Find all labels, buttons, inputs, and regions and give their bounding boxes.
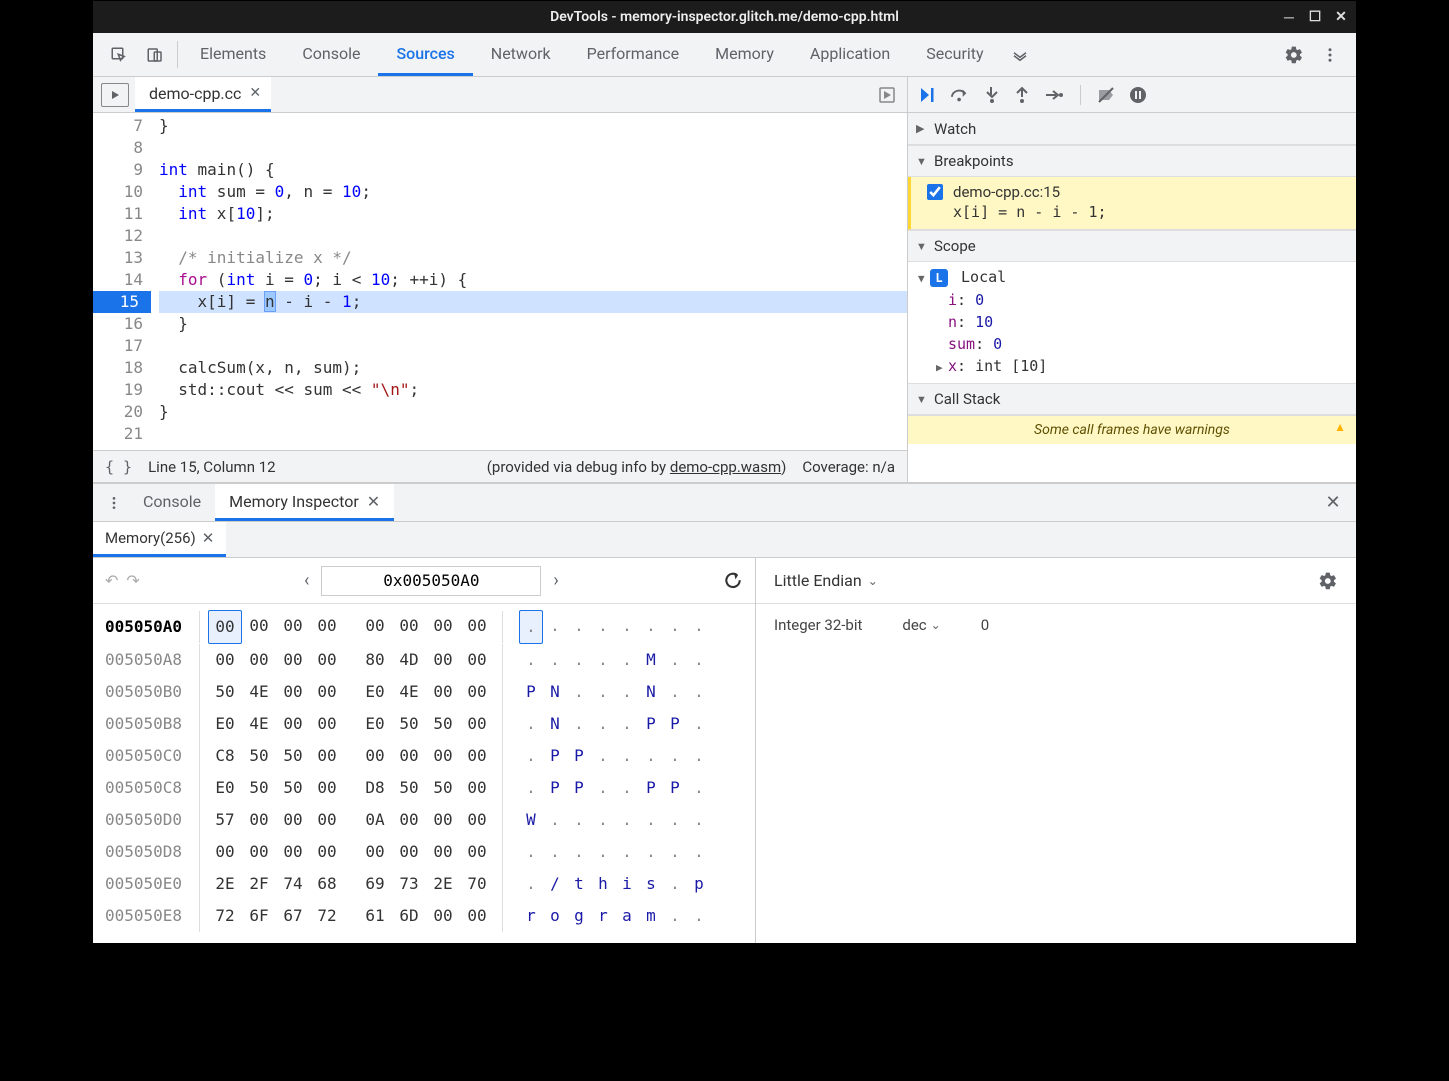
endianness-selector[interactable]: Little Endian ⌄ xyxy=(774,571,878,590)
settings-icon[interactable] xyxy=(1318,571,1338,591)
settings-icon[interactable] xyxy=(1276,33,1312,76)
scope-var-n[interactable]: n: 10 xyxy=(918,311,1348,333)
more-tabs-icon[interactable] xyxy=(1002,33,1038,76)
redo-icon[interactable]: ↷ xyxy=(126,571,139,590)
tab-memory[interactable]: Memory xyxy=(697,33,792,76)
hex-row[interactable]: 005050C8E0505000D8505000.PP..PP. xyxy=(105,772,745,804)
inspect-icon[interactable] xyxy=(101,33,137,76)
window-title: DevTools - memory-inspector.glitch.me/de… xyxy=(550,9,899,25)
scope-panel: ▼L Local i: 0n: 10sum: 0 ▶x: int [10] xyxy=(908,262,1356,383)
step-into-icon[interactable] xyxy=(984,86,1000,104)
resume-icon[interactable] xyxy=(918,86,936,104)
tab-sources[interactable]: Sources xyxy=(378,33,472,76)
scope-var-sum[interactable]: sum: 0 xyxy=(918,333,1348,355)
deactivate-breakpoints-icon[interactable] xyxy=(1097,86,1115,104)
chevron-right-icon: ▶ xyxy=(916,122,928,135)
coverage-label: Coverage: n/a xyxy=(802,458,895,476)
section-call-stack[interactable]: ▼ Call Stack xyxy=(908,383,1356,415)
chevron-down-icon: ⌄ xyxy=(931,618,941,632)
tab-console[interactable]: Console xyxy=(284,33,378,76)
type-label: Integer 32-bit xyxy=(774,616,862,634)
memory-tab[interactable]: Memory(256) ✕ xyxy=(93,522,226,557)
device-toggle-icon[interactable] xyxy=(137,33,173,76)
file-tab-label: demo-cpp.cc xyxy=(149,84,241,103)
breakpoint-item[interactable]: demo-cpp.cc:15 x[i] = n - i - 1; xyxy=(908,177,1356,230)
breakpoint-label: demo-cpp.cc:15 xyxy=(953,183,1060,201)
hex-row[interactable]: 005050E02E2F746869732E70./this.p xyxy=(105,868,745,900)
tab-elements[interactable]: Elements xyxy=(182,33,284,76)
tab-application[interactable]: Application xyxy=(792,33,908,76)
step-over-icon[interactable] xyxy=(950,87,970,103)
hex-row[interactable]: 005050D0570000000A000000W....... xyxy=(105,804,745,836)
next-page-icon[interactable]: › xyxy=(545,570,566,591)
debugger-toolbar xyxy=(908,77,1356,113)
prev-page-icon[interactable]: ‹ xyxy=(296,570,317,591)
navigator-toggle-icon[interactable] xyxy=(101,83,129,107)
maximize-icon[interactable]: ☐ xyxy=(1308,10,1322,24)
debugger-sidebar: ▶ Watch ▼ Breakpoints demo-cpp.cc:15 x[i… xyxy=(908,77,1356,482)
hex-row[interactable]: 005050B8E04E0000E0505000.N...PP. xyxy=(105,708,745,740)
address-input[interactable] xyxy=(321,566,541,596)
hex-row[interactable]: 005050D80000000000000000........ xyxy=(105,836,745,868)
section-watch[interactable]: ▶ Watch xyxy=(908,113,1356,145)
breakpoint-checkbox[interactable] xyxy=(927,184,943,200)
chevron-down-icon: ▼ xyxy=(916,155,928,168)
chevron-down-icon: ▼ xyxy=(916,393,928,406)
close-icon[interactable]: ✕ xyxy=(249,85,261,101)
minimize-icon[interactable]: ─ xyxy=(1282,10,1296,24)
hex-row[interactable]: 005050C0C850500000000000.PP..... xyxy=(105,740,745,772)
local-badge-icon: L xyxy=(930,269,948,287)
format-selector[interactable]: dec ⌄ xyxy=(902,616,940,634)
file-tab-demo-cpp[interactable]: demo-cpp.cc ✕ xyxy=(135,77,271,112)
braces-icon[interactable]: { } xyxy=(105,458,132,476)
hex-row[interactable]: 005050E8726F6772616D0000rogram.. xyxy=(105,900,745,932)
hex-row[interactable]: 005050A800000000804D0000.....M.. xyxy=(105,644,745,676)
drawer-tabstrip: Console Memory Inspector ✕ ✕ xyxy=(93,484,1356,522)
line-column: Line 15, Column 12 xyxy=(148,458,275,476)
value-interpreter: Little Endian ⌄ Integer 32-bit dec xyxy=(756,558,1356,943)
drawer-tab-console[interactable]: Console xyxy=(129,484,215,521)
hex-row[interactable]: 005050A00000000000000000........ xyxy=(105,610,745,644)
step-icon[interactable] xyxy=(1044,87,1064,103)
section-scope[interactable]: ▼ Scope xyxy=(908,230,1356,262)
refresh-icon[interactable] xyxy=(723,571,743,591)
drawer-close-icon[interactable]: ✕ xyxy=(1316,484,1350,521)
interpretation-row: Integer 32-bit dec ⌄ 0 xyxy=(774,616,1338,634)
tab-performance[interactable]: Performance xyxy=(569,33,698,76)
chevron-down-icon: ▼ xyxy=(916,240,928,253)
debug-info-source: (provided via debug info by demo-cpp.was… xyxy=(487,458,787,476)
file-tabstrip: demo-cpp.cc ✕ xyxy=(93,77,907,113)
close-icon[interactable]: ✕ xyxy=(1334,10,1348,24)
tab-network[interactable]: Network xyxy=(473,33,569,76)
kebab-menu-icon[interactable] xyxy=(1312,33,1348,76)
titlebar: DevTools - memory-inspector.glitch.me/de… xyxy=(93,1,1356,33)
chevron-down-icon: ⌄ xyxy=(868,574,878,588)
hex-viewer: ↶ ↷ ‹ › 005050A00000000000000000........… xyxy=(93,558,756,943)
code-editor[interactable]: 789101112131415161718192021 }int main() … xyxy=(93,113,907,450)
tab-security[interactable]: Security xyxy=(908,33,1001,76)
call-stack-warning: Some call frames have warnings xyxy=(908,415,1356,444)
undo-icon[interactable]: ↶ xyxy=(105,571,118,590)
step-out-icon[interactable] xyxy=(1014,86,1030,104)
memory-tabstrip: Memory(256) ✕ xyxy=(93,522,1356,558)
main-tabstrip: ElementsConsoleSourcesNetworkPerformance… xyxy=(93,33,1356,77)
drawer-menu-icon[interactable] xyxy=(99,484,129,521)
hex-row[interactable]: 005050B0504E0000E04E0000PN...N.. xyxy=(105,676,745,708)
interpretation-value: 0 xyxy=(981,616,989,634)
scope-var-i[interactable]: i: 0 xyxy=(918,289,1348,311)
pause-on-exceptions-icon[interactable] xyxy=(1129,86,1147,104)
open-file-icon[interactable] xyxy=(871,77,903,112)
drawer-tab-memory-inspector[interactable]: Memory Inspector ✕ xyxy=(215,484,394,521)
close-icon[interactable]: ✕ xyxy=(202,529,215,547)
wasm-link[interactable]: demo-cpp.wasm xyxy=(670,458,781,476)
breakpoint-code: x[i] = n - i - 1; xyxy=(927,203,1346,221)
close-icon[interactable]: ✕ xyxy=(367,492,380,511)
status-bar: { } Line 15, Column 12 (provided via deb… xyxy=(93,450,907,482)
section-breakpoints[interactable]: ▼ Breakpoints xyxy=(908,145,1356,177)
